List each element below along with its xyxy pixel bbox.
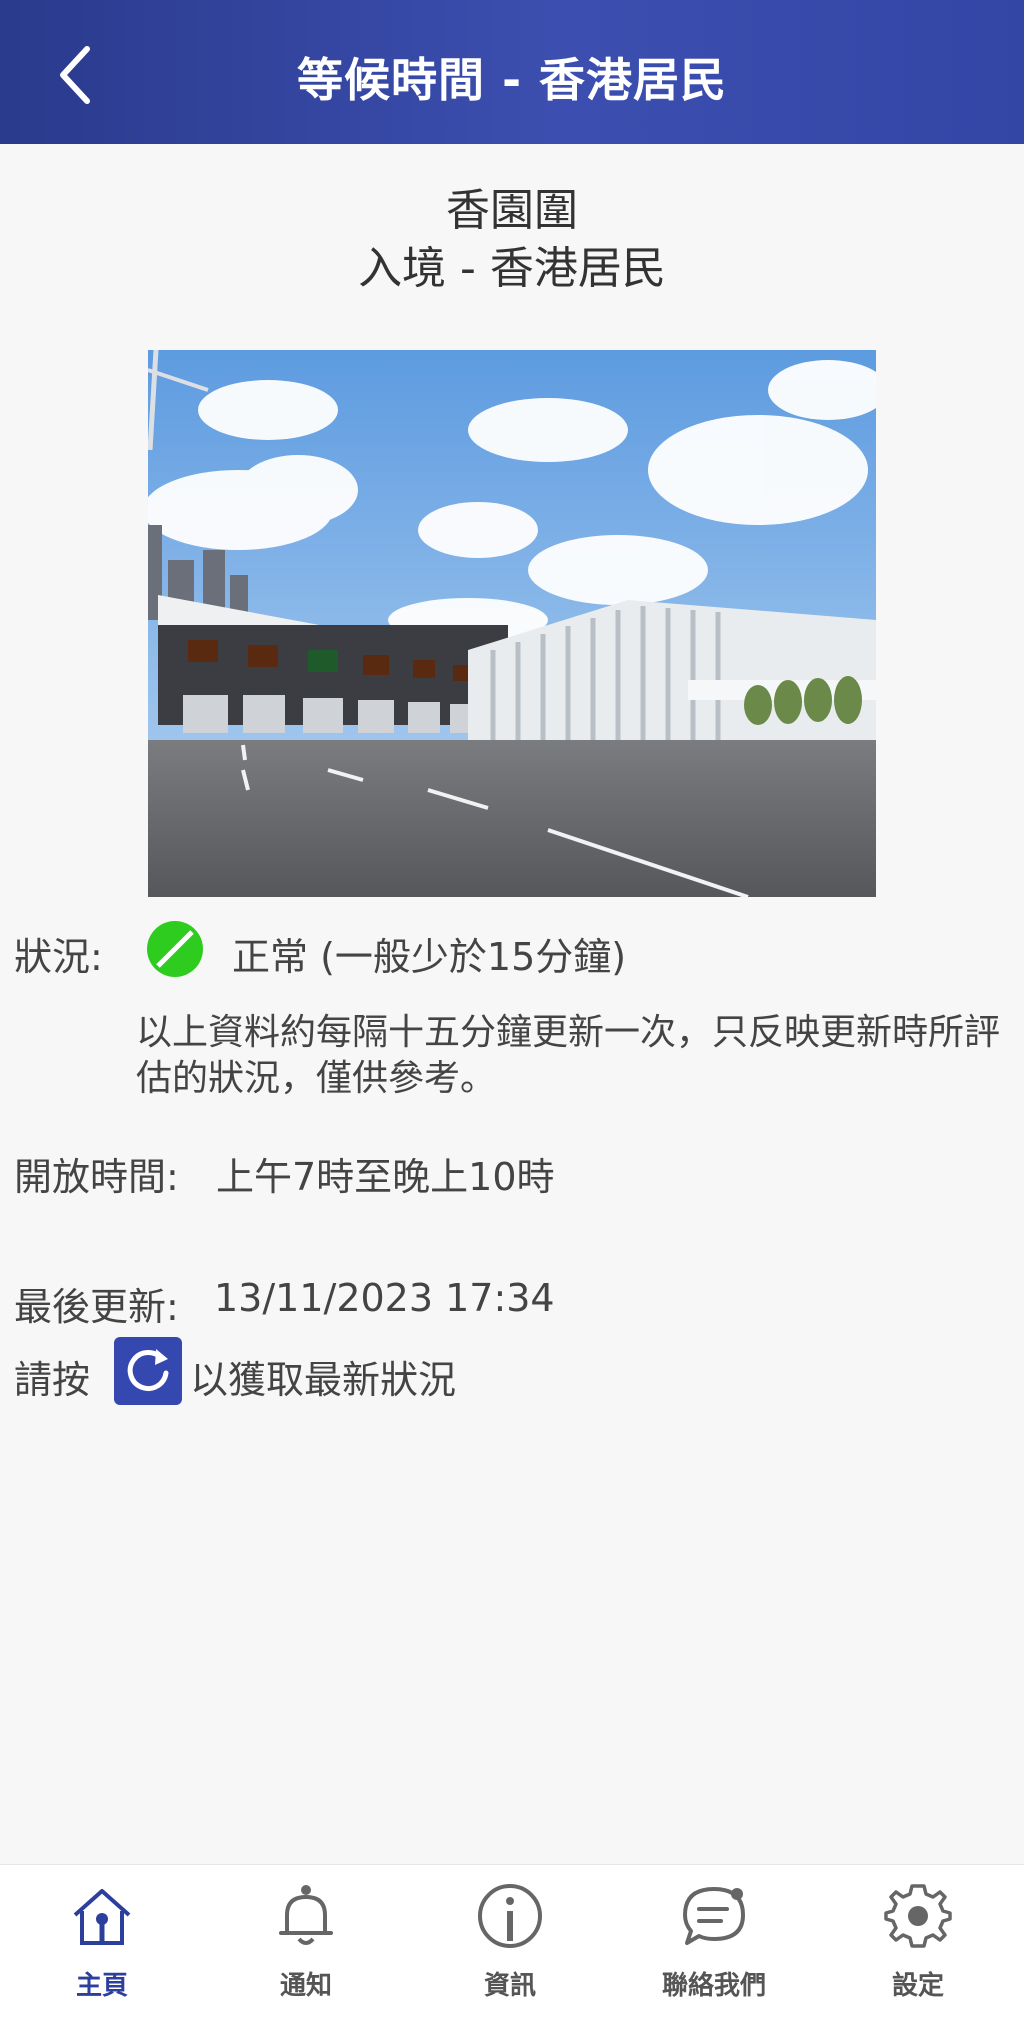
chat-icon (683, 1887, 745, 1945)
bell-icon (279, 1885, 333, 1945)
tab-contact-us-label: 聯絡我們 (661, 1971, 766, 2001)
tab-contact-us[interactable]: 聯絡我們 (612, 1865, 816, 2022)
location-name: 香園圍 (446, 185, 578, 236)
tab-info[interactable]: 資訊 (408, 1865, 612, 2022)
tab-notifications-label: 通知 (279, 1971, 332, 2001)
last-updated-value: 13/11/2023 17:34 (214, 1276, 555, 1320)
page-title: 等候時間 - 香港居民 (296, 53, 728, 107)
top-app-bar: 等候時間 - 香港居民 (0, 0, 1024, 144)
tab-home-label: 主頁 (75, 1971, 128, 2001)
refresh-prefix: 請按 (14, 1358, 91, 1402)
tab-settings-label: 設定 (891, 1971, 944, 2001)
bottom-tab-bar: 主頁 通知 資訊 聯絡我們 設定 (0, 1864, 1024, 2022)
tab-info-label: 資訊 (483, 1971, 536, 2001)
refresh-button[interactable] (114, 1337, 182, 1405)
checkpoint-photo (148, 350, 876, 897)
location-direction: 入境 - 香港居民 (358, 243, 666, 294)
tab-home[interactable]: 主頁 (0, 1865, 204, 2022)
gear-icon (884, 1884, 952, 1948)
opening-hours-value: 上午7時至晚上10時 (216, 1155, 555, 1199)
home-icon (73, 1889, 131, 1945)
last-updated-label: 最後更新: (14, 1285, 179, 1329)
location-heading: 香園圍 入境 - 香港居民 (0, 182, 1024, 298)
status-normal-icon (146, 920, 204, 978)
tab-settings[interactable]: 設定 (816, 1865, 1020, 2022)
refresh-icon (127, 1349, 169, 1391)
refresh-suffix: 以獲取最新狀況 (190, 1358, 457, 1402)
status-label: 狀況: (14, 935, 103, 979)
info-icon (478, 1884, 542, 1948)
opening-hours-label: 開放時間: (14, 1155, 179, 1199)
status-text: 正常 (一般少於15分鐘) (232, 935, 627, 979)
update-note: 以上資料約每隔十五分鐘更新一次，只反映更新時所評估的狀況，僅供參考。 (136, 1012, 1001, 1099)
tab-notifications[interactable]: 通知 (204, 1865, 408, 2022)
